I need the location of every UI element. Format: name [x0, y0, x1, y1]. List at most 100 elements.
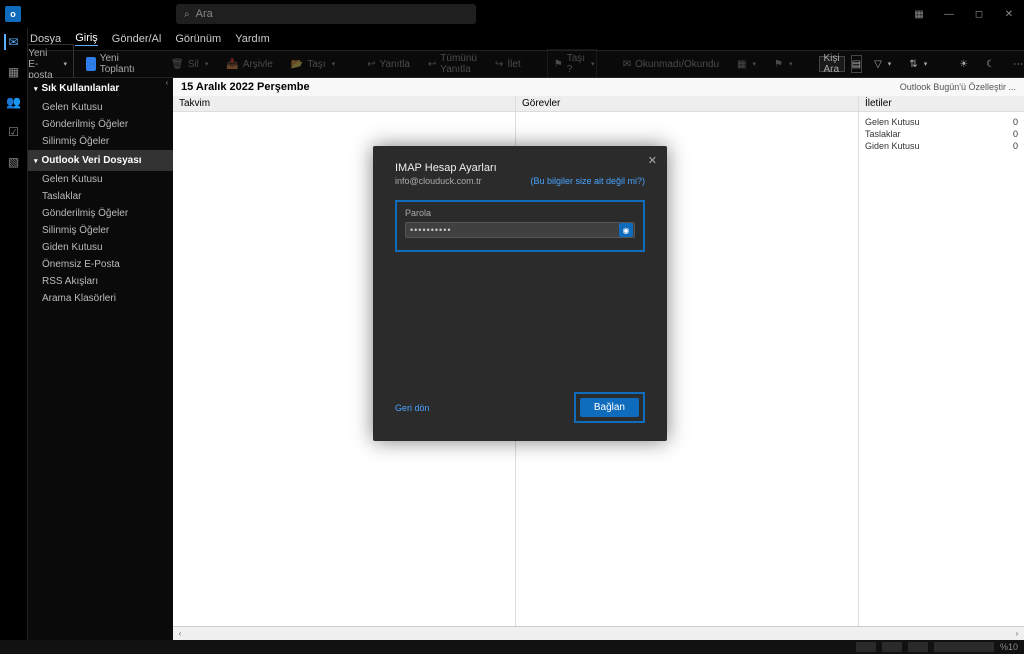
chevron-down-icon: ▾	[34, 157, 38, 165]
more-button[interactable]: ⋯	[1007, 56, 1024, 73]
messages-panel: İletiler Gelen Kutusu0 Taslaklar0 Giden …	[859, 96, 1024, 626]
archive-icon: 📥	[226, 59, 238, 70]
titlebar: o ⌕ Ara ▦ — ◻ ✕	[0, 0, 1024, 28]
minimize-button[interactable]: —	[934, 0, 964, 28]
folder-item[interactable]: Gelen Kutusu	[28, 99, 173, 116]
show-password-button[interactable]: ◉	[619, 223, 633, 237]
tasks-panel-header: Görevler	[516, 96, 858, 112]
folder-item[interactable]: Gelen Kutusu	[28, 171, 173, 188]
search-icon: ⌕	[184, 9, 190, 20]
menu-home[interactable]: Giriş	[75, 32, 98, 46]
flag-icon: ⚑	[774, 59, 783, 70]
password-input[interactable]	[405, 222, 635, 238]
message-row[interactable]: Gelen Kutusu0	[865, 116, 1018, 128]
status-item[interactable]	[856, 642, 876, 652]
dialog-title: IMAP Hesap Ayarları	[395, 162, 645, 174]
scroll-left-icon[interactable]: ‹	[173, 629, 187, 638]
new-meeting-button[interactable]: Yeni Toplantı	[80, 50, 145, 78]
menu-send-receive[interactable]: Gönder/Al	[112, 33, 162, 45]
folder-item[interactable]: Gönderilmiş Öğeler	[28, 116, 173, 133]
date-text: 15 Aralık 2022 Perşembe	[181, 81, 310, 93]
menu-help[interactable]: Yardım	[235, 33, 270, 45]
new-email-label: Yeni E-posta	[28, 48, 57, 81]
filter-button[interactable]: ▽▾	[868, 56, 897, 73]
address-book-button[interactable]: ▤	[851, 55, 862, 73]
sun-icon: ☀	[959, 59, 968, 70]
search-placeholder: Ara	[196, 8, 213, 20]
rail-mail[interactable]: ✉	[4, 34, 22, 50]
folder-item[interactable]: Gönderilmiş Öğeler	[28, 205, 173, 222]
back-link[interactable]: Geri dön	[395, 403, 430, 413]
search-people-input[interactable]: Kişi Ara	[819, 56, 845, 72]
read-unread-button[interactable]: ✉ Okunmadı/Okundu	[617, 56, 725, 73]
zoom-slider[interactable]	[934, 642, 994, 652]
folder-item[interactable]: Önemsiz E-Posta	[28, 256, 173, 273]
folder-item[interactable]: Taslaklar	[28, 188, 173, 205]
not-you-link[interactable]: (Bu bilgiler size ait değil mi?)	[530, 176, 645, 186]
collapse-pane-button[interactable]: ‹	[161, 78, 173, 90]
zoom-level: %10	[1000, 642, 1018, 652]
light-mode-button[interactable]: ☀	[953, 56, 974, 73]
status-item[interactable]	[882, 642, 902, 652]
sort-icon: ⇅	[909, 59, 917, 70]
horizontal-scrollbar[interactable]: ‹ ›	[173, 626, 1024, 640]
connect-button-highlight: Bağlan	[574, 392, 645, 423]
folder-item[interactable]: Arama Klasörleri	[28, 290, 173, 307]
categorize-button[interactable]: ▦▾	[731, 56, 762, 73]
menubar: Dosya Giriş Gönder/Al Görünüm Yardım	[0, 28, 1024, 50]
dialog-close-button[interactable]: ✕	[648, 154, 657, 167]
flag-button[interactable]: ⚑▾	[768, 56, 798, 73]
forward-button[interactable]: ↪ İlet	[489, 56, 527, 73]
forward-icon: ↪	[495, 59, 503, 70]
message-row[interactable]: Giden Kutusu0	[865, 140, 1018, 152]
reply-all-button[interactable]: ↩ Tümünü Yanıtla	[422, 50, 483, 78]
rail-people[interactable]: 👥	[6, 94, 22, 110]
trash-icon: 🗑	[171, 59, 184, 70]
move-button[interactable]: 📂 Taşı▾	[285, 56, 341, 73]
status-bar: %10	[0, 640, 1024, 654]
eye-icon: ◉	[623, 226, 630, 235]
folder-item[interactable]: Giden Kutusu	[28, 239, 173, 256]
dialog-email: info@clouduck.com.tr	[395, 176, 482, 186]
menu-view[interactable]: Görünüm	[175, 33, 221, 45]
reply-button[interactable]: ↩ Yanıtla	[361, 56, 416, 73]
delete-button[interactable]: 🗑 Sil▾	[165, 56, 214, 73]
maximize-button[interactable]: ◻	[964, 0, 994, 28]
folder-item[interactable]: Silinmiş Öğeler	[28, 133, 173, 150]
rail-tasks[interactable]: ☑	[6, 124, 22, 140]
messages-panel-header: İletiler	[859, 96, 1024, 112]
move-to-dropdown[interactable]: ⚑ Taşı ?▾	[547, 49, 597, 79]
datafile-header[interactable]: ▾Outlook Veri Dosyası	[28, 150, 173, 171]
imap-settings-dialog: ✕ IMAP Hesap Ayarları info@clouduck.com.…	[373, 146, 667, 441]
grid-icon: ▦	[737, 59, 746, 70]
close-button[interactable]: ✕	[994, 0, 1024, 28]
scroll-right-icon[interactable]: ›	[1010, 629, 1024, 638]
favorites-header[interactable]: ▾Sık Kullanılanlar	[28, 78, 173, 99]
ribbon-display-icon[interactable]: ▦	[904, 0, 934, 28]
calendar-panel-header: Takvim	[173, 96, 515, 112]
rail-calendar[interactable]: ▦	[6, 64, 22, 80]
status-item[interactable]	[908, 642, 928, 652]
folder-item[interactable]: Silinmiş Öğeler	[28, 222, 173, 239]
moon-icon: ☾	[986, 59, 995, 70]
new-meeting-label: Yeni Toplantı	[100, 53, 139, 75]
ribbon: Yeni E-posta ▾ Yeni Toplantı 🗑 Sil▾ 📥 Ar…	[0, 50, 1024, 78]
chevron-down-icon: ▾	[63, 60, 67, 68]
app-icon: o	[5, 6, 21, 22]
folder-pane: ‹ ▾Sık Kullanılanlar Gelen Kutusu Gönder…	[28, 78, 173, 640]
search-box[interactable]: ⌕ Ara	[176, 4, 476, 24]
meeting-icon	[86, 57, 96, 71]
connect-button[interactable]: Bağlan	[580, 398, 639, 417]
customize-link[interactable]: Outlook Bugün'ü Özelleştir ...	[900, 82, 1016, 92]
message-row[interactable]: Taslaklar0	[865, 128, 1018, 140]
password-label: Parola	[405, 208, 635, 218]
archive-button[interactable]: 📥 Arşivle	[220, 56, 278, 73]
sort-button[interactable]: ⇅▾	[903, 56, 933, 73]
ellipsis-icon: ⋯	[1013, 59, 1023, 70]
rail-more[interactable]: ▧	[6, 154, 22, 170]
folder-item[interactable]: RSS Akışları	[28, 273, 173, 290]
flag-mini-icon: ⚑	[554, 59, 563, 70]
dark-mode-button[interactable]: ☾	[980, 56, 1001, 73]
move-icon: 📂	[291, 59, 303, 70]
chevron-down-icon: ▾	[34, 85, 38, 93]
